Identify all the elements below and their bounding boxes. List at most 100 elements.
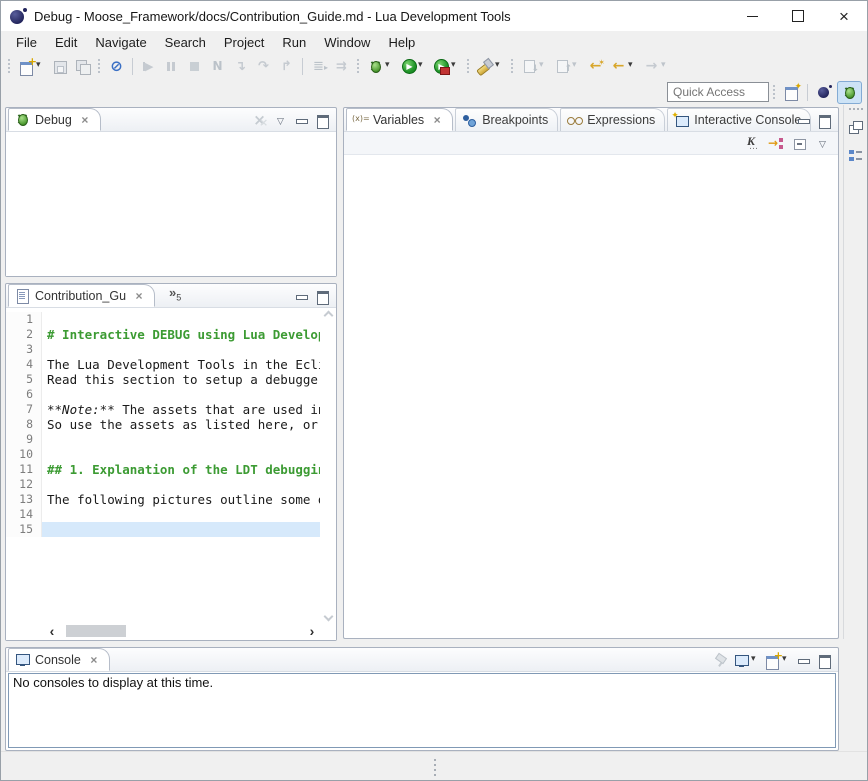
tab-contribution-guide[interactable]: Contribution_Gu [8,284,155,307]
step-into-icon [232,58,249,75]
statusbar-drag-handle[interactable] [434,759,436,775]
run-button[interactable] [397,55,430,77]
menu-help[interactable]: Help [379,33,424,52]
restore-fast-view-button[interactable] [845,117,866,138]
scroll-left-icon[interactable] [46,625,58,637]
forward-dropdown-arrow[interactable] [660,58,670,74]
view-menu-button[interactable] [811,132,834,154]
scroll-right-icon[interactable] [306,625,318,637]
resume-button[interactable] [137,55,160,77]
scrollbar-thumb[interactable] [66,625,126,637]
run-external-tools-dropdown-arrow[interactable] [450,58,460,74]
minimize-button[interactable] [793,650,814,670]
save-button[interactable] [48,55,71,77]
last-edit-location-button[interactable] [584,55,607,77]
menu-run[interactable]: Run [273,33,315,52]
step-over-icon [255,58,272,75]
collapse-all-button[interactable] [788,132,811,154]
minimize-button[interactable] [291,286,312,306]
scroll-up-icon[interactable] [323,311,333,321]
open-console-button[interactable] [762,650,793,670]
use-step-filters-button[interactable] [307,55,330,77]
maximize-button[interactable] [814,110,835,130]
run-external-tools-button[interactable] [430,55,463,77]
show-type-names-button[interactable] [742,132,765,154]
line-number: 13 [6,492,42,507]
maximize-button[interactable] [312,286,333,306]
code-segment: # Interactive DEBUG using Lua Develop [47,327,320,342]
strip-drag-handle[interactable] [849,107,863,111]
maximize-button[interactable] [814,650,835,670]
minimize-icon [795,112,812,129]
horizontal-scrollbar[interactable] [6,624,336,640]
maximize-window-button[interactable] [775,1,821,31]
vertical-scrollbar[interactable] [320,308,336,624]
open-search-dialog-button[interactable] [474,55,507,77]
terminate-button[interactable] [183,55,206,77]
minimize-button[interactable] [291,110,312,130]
tab-console[interactable]: Console [8,648,110,671]
close-tab-icon[interactable] [79,113,91,127]
save-all-button[interactable] [71,55,94,77]
lua-perspective-button[interactable] [812,81,837,104]
new-wizard-button[interactable] [15,55,48,77]
skip-all-breakpoints-button[interactable] [105,55,128,77]
menu-edit[interactable]: Edit [46,33,86,52]
back-button[interactable] [607,55,640,77]
previous-annotation-dropdown-arrow[interactable] [571,58,581,74]
close-window-button[interactable] [821,1,867,31]
step-into-button[interactable] [229,55,252,77]
display-selected-console-button[interactable] [731,650,762,670]
debug-dropdown-arrow[interactable] [384,58,394,74]
open-perspective-button[interactable] [780,81,803,103]
disconnect-button[interactable] [206,55,229,77]
next-annotation-dropdown-arrow[interactable] [538,58,548,74]
new-wizard-dropdown-arrow[interactable] [35,58,45,74]
open-console-dropdown-arrow[interactable] [781,652,791,668]
tab-variables[interactable]: Variables [346,108,453,131]
forward-button[interactable] [640,55,673,77]
tab-breakpoints[interactable]: Breakpoints [455,108,558,131]
toolbar-grip [96,58,103,74]
pin-console-button[interactable] [710,650,731,670]
display-selected-console-dropdown-arrow[interactable] [750,652,760,668]
view-menu-button[interactable] [270,110,291,130]
toolbar-separator [132,58,133,75]
close-tab-icon[interactable] [88,653,100,667]
menu-navigate[interactable]: Navigate [86,33,155,52]
menu-project[interactable]: Project [215,33,273,52]
menu-search[interactable]: Search [156,33,215,52]
scroll-down-icon[interactable] [323,612,333,622]
show-logical-structures-button[interactable] [765,132,788,154]
step-over-button[interactable] [252,55,275,77]
previous-annotation-button[interactable] [551,55,584,77]
quick-access-input[interactable] [667,82,769,102]
open-search-dialog-dropdown-arrow[interactable] [494,58,504,74]
debug-perspective-button[interactable] [837,81,862,104]
close-tab-icon[interactable] [133,289,145,303]
suspend-button[interactable] [160,55,183,77]
skip-all-breakpoints-icon [108,58,125,75]
tab-debug[interactable]: Debug [8,108,101,131]
tab-expressions[interactable]: Expressions [560,108,665,131]
scrollbar-track[interactable] [60,625,304,637]
tab-interactive-console[interactable]: Interactive Console [667,108,811,131]
toggle-step-filters-button[interactable] [330,55,353,77]
step-return-button[interactable] [275,55,298,77]
hidden-editors-chevron[interactable]: 5 [169,285,181,303]
debug-button[interactable] [364,55,397,77]
menu-window[interactable]: Window [315,33,379,52]
minimize-button[interactable] [793,110,814,130]
remove-all-terminated-button[interactable] [249,110,270,130]
minimize-window-button[interactable] [729,1,775,31]
maximize-button[interactable] [312,110,333,130]
run-dropdown-arrow[interactable] [417,58,427,74]
back-dropdown-arrow[interactable] [627,58,637,74]
menu-file[interactable]: File [7,33,46,52]
line-number: 7 [6,402,42,417]
close-tab-icon[interactable] [431,113,443,127]
next-annotation-button[interactable] [518,55,551,77]
code-area[interactable]: 12# Interactive DEBUG using Lua Develop3… [6,308,320,624]
editor-body[interactable]: 12# Interactive DEBUG using Lua Develop3… [6,308,336,640]
outline-view-button[interactable] [845,145,866,166]
